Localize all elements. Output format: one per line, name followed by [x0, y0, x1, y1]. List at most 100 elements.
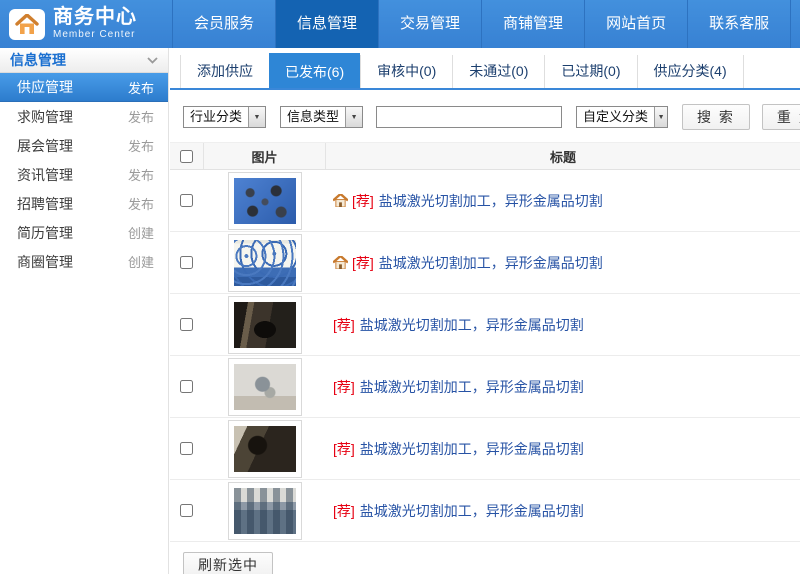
app-title: 商务中心: [53, 6, 137, 29]
thumbnail-photo: [233, 487, 296, 534]
recommended-badge: [荐]: [333, 316, 355, 333]
tab-bar: 添加供应 已发布(6) 审核中(0) 未通过(0) 已过期(0) 供应分类(4): [170, 53, 800, 90]
listing-title-link[interactable]: 盐城激光切割加工，异形金属品切割: [360, 439, 584, 459]
main-content: 添加供应 已发布(6) 审核中(0) 未通过(0) 已过期(0) 供应分类(4)…: [170, 48, 800, 574]
reset-button[interactable]: 重 置: [761, 104, 800, 130]
keyword-input[interactable]: [376, 106, 563, 128]
recommended-badge: [荐]: [352, 192, 374, 209]
sidebar-item-recruitment-management[interactable]: 招聘管理 发布: [0, 189, 168, 218]
tab-published[interactable]: 已发布(6): [269, 53, 361, 88]
table-row: [荐] 盐城激光切割加工，异形金属品切割: [170, 418, 800, 480]
row-checkbox[interactable]: [180, 504, 193, 517]
listing-title-link[interactable]: 盐城激光切割加工，异形金属品切割: [360, 377, 584, 397]
recommended-badge: [荐]: [333, 440, 355, 457]
sidebar: 信息管理 供应管理 发布 求购管理 发布 展会管理 发布 资讯管理 发布 招聘管…: [0, 48, 169, 574]
recommended-badge: [荐]: [333, 502, 355, 519]
sidebar-group-title: 信息管理: [10, 52, 66, 68]
nav-item-member-services[interactable]: 会员服务: [172, 0, 275, 48]
thumbnail-photo: [233, 301, 296, 348]
table-row: [荐] 盐城激光切割加工，异形金属品切割: [170, 232, 800, 294]
tab-add-supply[interactable]: 添加供应: [180, 55, 269, 88]
sidebar-item-label: 展会管理: [17, 137, 73, 154]
sidebar-item-news-management[interactable]: 资讯管理 发布: [0, 160, 168, 189]
search-button[interactable]: 搜 索: [682, 104, 750, 130]
refresh-selected-button[interactable]: 刷新选中: [183, 552, 273, 574]
nav-item-site-home[interactable]: 网站首页: [584, 0, 687, 48]
info-type-select-value: 信息类型: [287, 109, 340, 124]
sidebar-item-action: 发布: [127, 168, 154, 183]
listing-title-link[interactable]: 盐城激光切割加工，异形金属品切割: [360, 315, 584, 335]
chevron-down-icon[interactable]: [147, 56, 158, 64]
nav-item-trade-management[interactable]: 交易管理: [378, 0, 481, 48]
thumbnail-photo: [233, 177, 296, 224]
dropdown-arrow-icon[interactable]: ▼: [345, 107, 363, 127]
dropdown-arrow-icon[interactable]: ▼: [248, 107, 266, 127]
table-row: [荐] 盐城激光切割加工，异形金属品切割: [170, 480, 800, 542]
listing-thumbnail[interactable]: [227, 295, 302, 354]
sidebar-item-action: 发布: [127, 80, 154, 96]
table-footer: 刷新选中: [170, 542, 800, 574]
thumbnail-photo: [233, 239, 296, 286]
home-icon: [333, 194, 348, 207]
app-subtitle: Member Center: [53, 29, 136, 41]
nav-item-shop-management[interactable]: 商铺管理: [481, 0, 584, 48]
select-all-checkbox[interactable]: [180, 149, 193, 163]
table-row: [荐] 盐城激光切割加工，异形金属品切割: [170, 294, 800, 356]
tab-expired[interactable]: 已过期(0): [544, 55, 636, 88]
table-header: 图片 标题: [170, 142, 800, 170]
recommended-badge: [荐]: [352, 254, 374, 271]
recommended-badge: [荐]: [333, 378, 355, 395]
custom-category-select-value: 自定义分类: [583, 109, 649, 124]
listing-thumbnail[interactable]: [227, 171, 302, 230]
tab-in-review[interactable]: 审核中(0): [360, 55, 452, 88]
industry-category-select[interactable]: 行业分类 ▼: [183, 106, 267, 128]
industry-category-select-value: 行业分类: [190, 109, 243, 124]
sidebar-item-label: 资讯管理: [17, 166, 73, 183]
sidebar-item-action: 创建: [127, 255, 154, 270]
select-all-cell: [170, 149, 203, 163]
listing-title-link[interactable]: 盐城激光切割加工，异形金属品切割: [379, 191, 603, 211]
sidebar-item-label: 求购管理: [17, 108, 73, 125]
logo[interactable]: 商务中心 Member Center: [0, 0, 172, 48]
sidebar-item-resume-management[interactable]: 简历管理 创建: [0, 218, 168, 247]
listing-thumbnail[interactable]: [227, 233, 302, 292]
row-checkbox[interactable]: [180, 442, 193, 455]
listing-title-link[interactable]: 盐城激光切割加工，异形金属品切割: [360, 501, 584, 521]
sidebar-item-label: 供应管理: [17, 79, 73, 95]
column-header-image: 图片: [203, 143, 326, 169]
sidebar-item-action: 发布: [127, 139, 154, 154]
table-row: [荐] 盐城激光切割加工，异形金属品切割: [170, 170, 800, 232]
nav-item-info-management[interactable]: 信息管理: [275, 0, 379, 48]
tab-supply-categories[interactable]: 供应分类(4): [636, 55, 744, 88]
info-type-select[interactable]: 信息类型 ▼: [280, 106, 364, 128]
sidebar-item-purchase-management[interactable]: 求购管理 发布: [0, 102, 168, 131]
sidebar-item-label: 招聘管理: [17, 195, 73, 212]
logo-text: 商务中心 Member Center: [53, 7, 137, 41]
row-checkbox[interactable]: [180, 318, 193, 331]
sidebar-group-header[interactable]: 信息管理: [0, 48, 168, 73]
row-checkbox[interactable]: [180, 256, 193, 269]
sidebar-item-action: 创建: [127, 226, 154, 241]
home-icon: [9, 8, 45, 40]
sidebar-item-business-circle-management[interactable]: 商圈管理 创建: [0, 247, 168, 276]
top-header: 商务中心 Member Center 会员服务 信息管理 交易管理 商铺管理 网…: [0, 0, 800, 48]
tab-not-passed[interactable]: 未通过(0): [452, 55, 544, 88]
custom-category-select[interactable]: 自定义分类 ▼: [576, 106, 669, 128]
dropdown-arrow-icon[interactable]: ▼: [654, 107, 668, 127]
nav-item-contact-support[interactable]: 联系客服: [687, 0, 792, 48]
listing-thumbnail[interactable]: [227, 357, 302, 416]
filter-bar: 行业分类 ▼ 信息类型 ▼ 自定义分类 ▼ 搜 索 重 置: [170, 90, 800, 142]
listing-thumbnail[interactable]: [227, 481, 302, 540]
column-header-title: 标题: [549, 149, 576, 165]
sidebar-item-supply-management[interactable]: 供应管理 发布: [0, 73, 168, 102]
sidebar-item-label: 简历管理: [17, 224, 73, 241]
listing-title-link[interactable]: 盐城激光切割加工，异形金属品切割: [379, 253, 603, 273]
sidebar-item-action: 发布: [127, 110, 154, 125]
sidebar-item-action: 发布: [127, 197, 154, 212]
row-checkbox[interactable]: [180, 194, 193, 207]
listing-thumbnail[interactable]: [227, 419, 302, 478]
row-checkbox[interactable]: [180, 380, 193, 393]
sidebar-item-exhibition-management[interactable]: 展会管理 发布: [0, 131, 168, 160]
table-row: [荐] 盐城激光切割加工，异形金属品切割: [170, 356, 800, 418]
sidebar-item-label: 商圈管理: [17, 253, 73, 270]
